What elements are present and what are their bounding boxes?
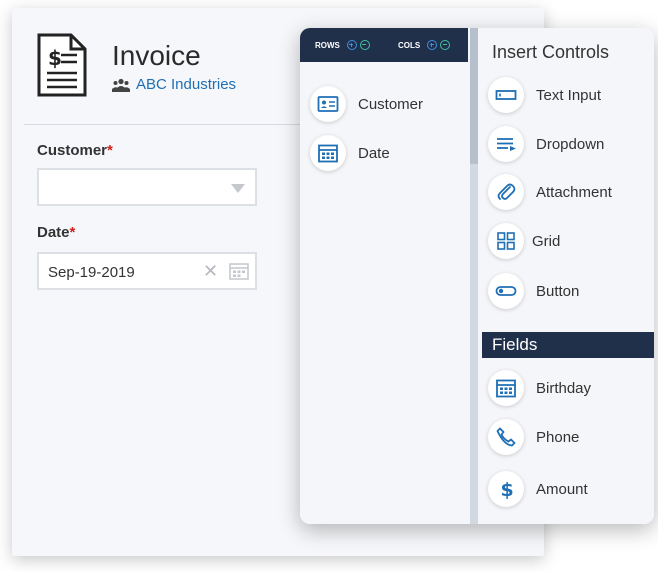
customer-dropdown[interactable]	[37, 168, 257, 206]
dollar-icon-wrap: $	[488, 471, 524, 507]
date-label-text: Date	[37, 224, 70, 241]
add-col-icon[interactable]	[427, 40, 438, 50]
customer-label: Customer*	[37, 142, 113, 159]
date-field[interactable]: Sep-19-2019 ✕	[37, 252, 257, 290]
cols-control: COLS	[398, 40, 451, 50]
control-label: Dropdown	[536, 135, 605, 153]
layout-item-customer[interactable]: Customer	[310, 86, 423, 122]
field-label: Birthday	[536, 379, 592, 397]
field-amount[interactable]: $ Amount	[488, 471, 588, 507]
layout-item-date[interactable]: Date	[310, 135, 390, 171]
contact-card-icon-wrap	[310, 86, 346, 122]
header-divider	[24, 124, 324, 125]
people-icon	[112, 78, 130, 92]
control-grid[interactable]: Grid	[488, 223, 560, 259]
chevron-down-icon[interactable]	[231, 184, 245, 193]
field-birthday[interactable]: Birthday	[488, 370, 591, 406]
field-label: Phone	[536, 428, 580, 446]
insert-controls-title: Insert Controls	[492, 42, 610, 62]
remove-row-icon[interactable]	[359, 40, 370, 50]
remove-col-icon[interactable]	[440, 40, 451, 50]
invoice-document-icon: $	[37, 33, 87, 97]
date-label: Date*	[37, 224, 75, 241]
layout-item-label: Date	[358, 144, 390, 162]
company-name: ABC Industries	[136, 76, 237, 93]
contact-card-icon	[317, 96, 339, 112]
scrollbar-thumb[interactable]	[470, 28, 478, 164]
calendar-icon-wrap	[310, 135, 346, 171]
button-toggle-icon	[495, 286, 517, 296]
calendar-icon[interactable]	[229, 262, 249, 280]
svg-text:$: $	[501, 479, 514, 500]
control-text-input[interactable]: Text Input	[488, 77, 601, 113]
grid-icon-wrap	[488, 223, 524, 259]
text-input-icon-wrap	[488, 77, 524, 113]
add-row-icon[interactable]	[346, 40, 357, 50]
text-input-icon	[495, 90, 517, 100]
paperclip-icon	[497, 183, 516, 200]
phone-icon	[496, 427, 516, 447]
calendar-icon	[496, 379, 516, 398]
required-mark: *	[69, 224, 76, 241]
rows-cols-bar: ROWS COLS	[300, 28, 468, 62]
required-mark: *	[107, 142, 113, 159]
layout-item-label: Customer	[358, 95, 424, 113]
calendar-icon-wrap	[488, 370, 524, 406]
paperclip-icon-wrap	[488, 174, 524, 210]
cols-label: COLS	[398, 40, 421, 50]
fields-section-header: Fields	[482, 332, 654, 358]
control-label: Text Input	[536, 86, 602, 104]
control-attachment[interactable]: Attachment	[488, 174, 612, 210]
clear-icon[interactable]: ✕	[203, 261, 218, 282]
control-label: Attachment	[536, 183, 612, 201]
calendar-icon	[318, 144, 338, 163]
customer-label-text: Customer	[37, 142, 108, 159]
insert-controls-column: Insert Controls Text Input Dropdown Atta…	[478, 28, 654, 524]
control-button[interactable]: Button	[488, 273, 579, 309]
control-label: Button	[536, 282, 580, 300]
field-label: Amount	[536, 480, 588, 498]
rows-label: ROWS	[315, 40, 340, 50]
designer-panel: ROWS COLS Customer Date Insert Controls …	[300, 28, 654, 524]
svg-text:$: $	[48, 46, 62, 70]
control-label: Grid	[532, 232, 561, 250]
layout-column: ROWS COLS Customer Date	[300, 28, 468, 524]
date-value: Sep-19-2019	[48, 264, 135, 281]
dollar-icon: $	[501, 479, 514, 500]
dropdown-icon-wrap	[488, 126, 524, 162]
rows-control: ROWS	[315, 40, 370, 50]
phone-icon-wrap	[488, 419, 524, 455]
grid-icon	[497, 232, 515, 250]
control-dropdown[interactable]: Dropdown	[488, 126, 604, 162]
button-toggle-icon-wrap	[488, 273, 524, 309]
dropdown-icon	[497, 138, 516, 151]
company-link[interactable]: ABC Industries	[112, 76, 236, 93]
field-phone[interactable]: Phone	[488, 419, 579, 455]
page-title: Invoice	[112, 40, 201, 71]
